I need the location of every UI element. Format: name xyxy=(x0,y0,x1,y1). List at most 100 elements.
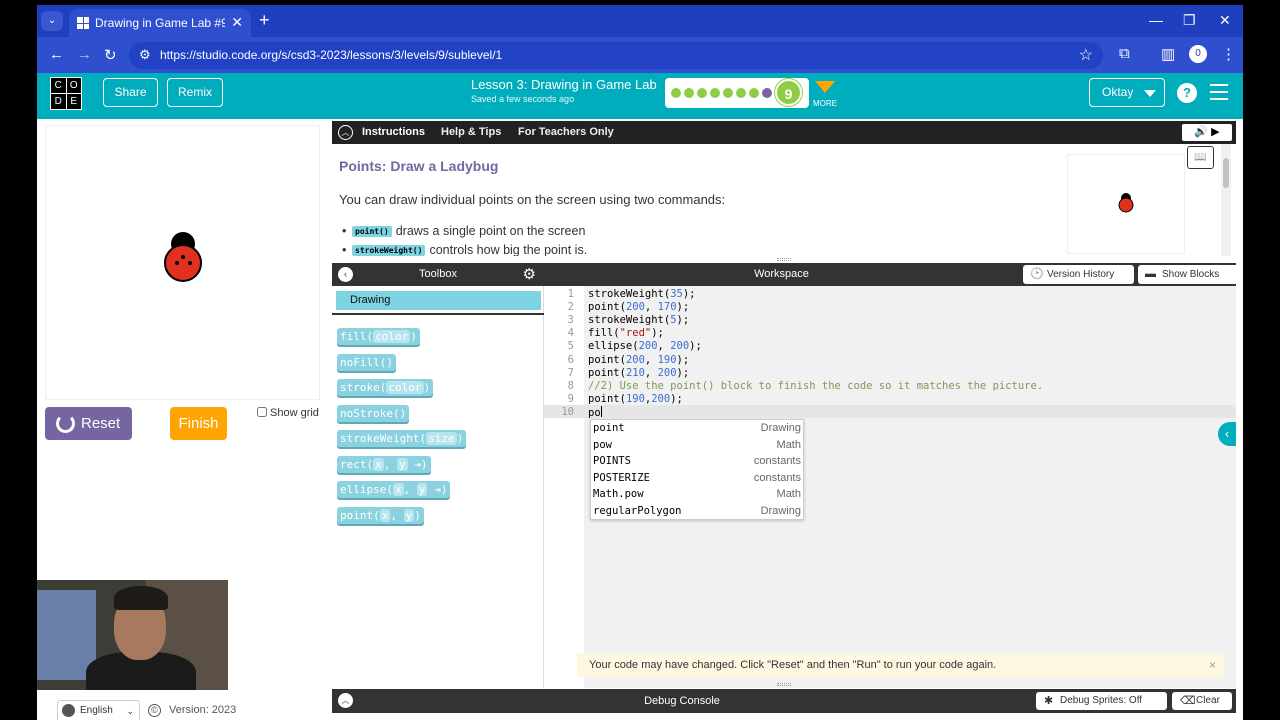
toolbox-block-strokeWeight[interactable]: strokeWeight(size) xyxy=(337,430,467,447)
block-arg: color xyxy=(373,330,411,343)
language-select[interactable]: English ⌄ xyxy=(57,700,140,720)
clear-button[interactable]: ⌫ Clear xyxy=(1172,692,1232,710)
more-arrow-icon[interactable] xyxy=(815,81,835,93)
version-history-label: Version History xyxy=(1047,269,1115,280)
version-info: © Version: 2023 xyxy=(148,704,236,717)
block-arg: y xyxy=(403,508,415,522)
resize-handle[interactable] xyxy=(777,683,791,686)
code-chip[interactable]: strokeWeight() xyxy=(352,245,426,256)
address-bar[interactable]: ⚙ https://studio.code.org/s/csd3-2023/le… xyxy=(129,42,1103,69)
toolbox-block-fill[interactable]: fill(color) xyxy=(337,328,420,345)
show-blocks-label: Show Blocks xyxy=(1162,269,1220,280)
copyright-icon[interactable]: © xyxy=(148,704,161,717)
version-history-button[interactable]: 🕑 Version History xyxy=(1023,265,1134,284)
close-notice-icon[interactable]: × xyxy=(1209,653,1216,677)
line-number: 10 xyxy=(561,405,574,418)
code-editor[interactable]: 1 strokeWeight(35); 2 point(200, 170); 3 stro… xyxy=(544,286,1236,688)
maximize-icon[interactable]: ❐ xyxy=(1183,12,1196,29)
finish-button[interactable]: Finish xyxy=(170,407,227,440)
show-grid-checkbox[interactable] xyxy=(257,407,267,417)
blocks-icon: ▬ xyxy=(1145,268,1156,280)
close-window-icon[interactable]: ✕ xyxy=(1219,12,1231,29)
debug-sprites-button[interactable]: ✱ Debug Sprites: Off xyxy=(1036,692,1167,710)
current-level-bubble[interactable]: 9 xyxy=(775,79,802,106)
level-dot[interactable] xyxy=(723,88,733,98)
language-value: English xyxy=(80,705,113,716)
reset-button[interactable]: Reset xyxy=(45,407,132,440)
lesson-title[interactable]: Lesson 3: Drawing in Game Lab xyxy=(471,77,657,92)
reload-icon[interactable]: ↻ xyxy=(104,46,117,64)
more-label[interactable]: MORE xyxy=(813,99,837,108)
browser-tab[interactable]: Drawing in Game Lab #9 | Unit ✕ xyxy=(69,9,251,37)
share-button[interactable]: Share xyxy=(103,78,158,107)
immersive-reader-icon[interactable]: 📖 xyxy=(1187,146,1214,169)
workspace-title: Workspace xyxy=(754,268,809,280)
tab-instructions[interactable]: Instructions xyxy=(362,126,425,138)
instructions-scrollbar[interactable] xyxy=(1221,144,1231,256)
toolbox-block-noStroke[interactable]: noStroke() xyxy=(337,404,410,422)
code-org-logo[interactable]: C O D E xyxy=(50,77,82,110)
autocomplete-item[interactable]: POSTERIZE constants xyxy=(591,470,803,487)
expected-result-thumbnail[interactable] xyxy=(1067,154,1185,254)
tab-for-teachers[interactable]: For Teachers Only xyxy=(518,126,614,138)
ladybug-spot xyxy=(188,261,192,265)
autocomplete-item[interactable]: regularPolygon Drawing xyxy=(591,503,803,520)
show-blocks-button[interactable]: ▬ Show Blocks xyxy=(1138,265,1240,284)
new-tab-button[interactable]: + xyxy=(259,10,270,31)
code-changed-notice: Your code may have changed. Click "Reset… xyxy=(577,653,1224,677)
browser-menu-icon[interactable]: ⋮ xyxy=(1221,45,1236,63)
tab-help-tips[interactable]: Help & Tips xyxy=(441,126,501,138)
forward-icon[interactable]: → xyxy=(77,46,92,63)
expand-panel-icon[interactable]: ‹ xyxy=(1218,422,1236,446)
code-text: strokeWeight(35); xyxy=(588,288,696,300)
user-menu-button[interactable]: Oktay xyxy=(1089,78,1165,107)
autocomplete-item[interactable]: POINTS constants xyxy=(591,453,803,470)
show-grid-toggle[interactable]: Show grid xyxy=(257,407,319,419)
autocomplete-item[interactable]: point Drawing xyxy=(591,420,803,437)
autocomplete-item[interactable]: pow Math xyxy=(591,437,803,454)
code-chip[interactable]: point() xyxy=(352,226,392,237)
toolbox-block-stroke[interactable]: stroke(color) xyxy=(337,379,434,396)
extensions-icon[interactable]: ⧉ xyxy=(1119,45,1130,62)
toolbox-block-point[interactable]: point(x, y) xyxy=(337,506,424,524)
autocomplete-dropdown: point Drawing pow Math POINTS constants POSTER… xyxy=(590,419,804,520)
level-dot[interactable] xyxy=(697,88,707,98)
resize-handle[interactable] xyxy=(777,258,791,261)
line-number: 2 xyxy=(567,301,574,314)
toolbox-block-noFill[interactable]: noFill() xyxy=(337,353,396,371)
help-icon[interactable]: ? xyxy=(1177,83,1197,103)
bookmark-star-icon[interactable]: ☆ xyxy=(1079,45,1093,65)
level-dot[interactable] xyxy=(684,88,694,98)
level-dot[interactable] xyxy=(710,88,720,98)
site-info-icon[interactable]: ⚙ xyxy=(139,47,151,63)
category-drawing[interactable]: Drawing xyxy=(336,291,541,310)
back-icon[interactable]: ← xyxy=(49,46,64,63)
level-dot-current-sublevel[interactable] xyxy=(762,88,772,98)
code-text: //2) Use the point() block to finish the… xyxy=(588,379,1044,392)
close-tab-icon[interactable]: ✕ xyxy=(231,14,243,31)
tab-search-button[interactable]: ⌄ xyxy=(41,11,63,31)
remix-button[interactable]: Remix xyxy=(167,78,223,107)
gear-icon[interactable]: ⚙ xyxy=(523,265,536,283)
visualization-column: Reset Finish Show grid English ⌄ © Versio… xyxy=(37,119,332,720)
list-item-text: draws a single point on the screen xyxy=(395,224,586,238)
autocomplete-item[interactable]: Math.pow Math xyxy=(591,486,803,503)
level-dot[interactable] xyxy=(749,88,759,98)
profile-avatar[interactable]: 0 xyxy=(1189,45,1207,63)
minimize-icon[interactable]: — xyxy=(1149,12,1163,28)
globe-icon xyxy=(62,704,75,717)
logo-letter: D xyxy=(51,94,66,109)
collapse-instructions-icon[interactable]: ︿ xyxy=(338,125,353,140)
list-item-text: controls how big the point is. xyxy=(429,243,588,256)
level-dot[interactable] xyxy=(736,88,746,98)
level-dot[interactable] xyxy=(671,88,681,98)
hamburger-menu-icon[interactable] xyxy=(1210,84,1228,105)
bug-icon: ✱ xyxy=(1044,695,1054,707)
text-to-speech-button[interactable]: 🔊 ▶ xyxy=(1182,124,1232,141)
toolbox-block-ellipse[interactable]: ellipse(x, y ⇥) xyxy=(337,481,451,498)
toolbox-block-rect[interactable]: rect(x, y ⇥) xyxy=(337,455,431,473)
side-panel-icon[interactable]: ▥ xyxy=(1161,45,1175,63)
game-canvas[interactable] xyxy=(45,125,320,400)
url-text: https://studio.code.org/s/csd3-2023/less… xyxy=(160,48,503,62)
logo-letter: E xyxy=(66,94,81,109)
